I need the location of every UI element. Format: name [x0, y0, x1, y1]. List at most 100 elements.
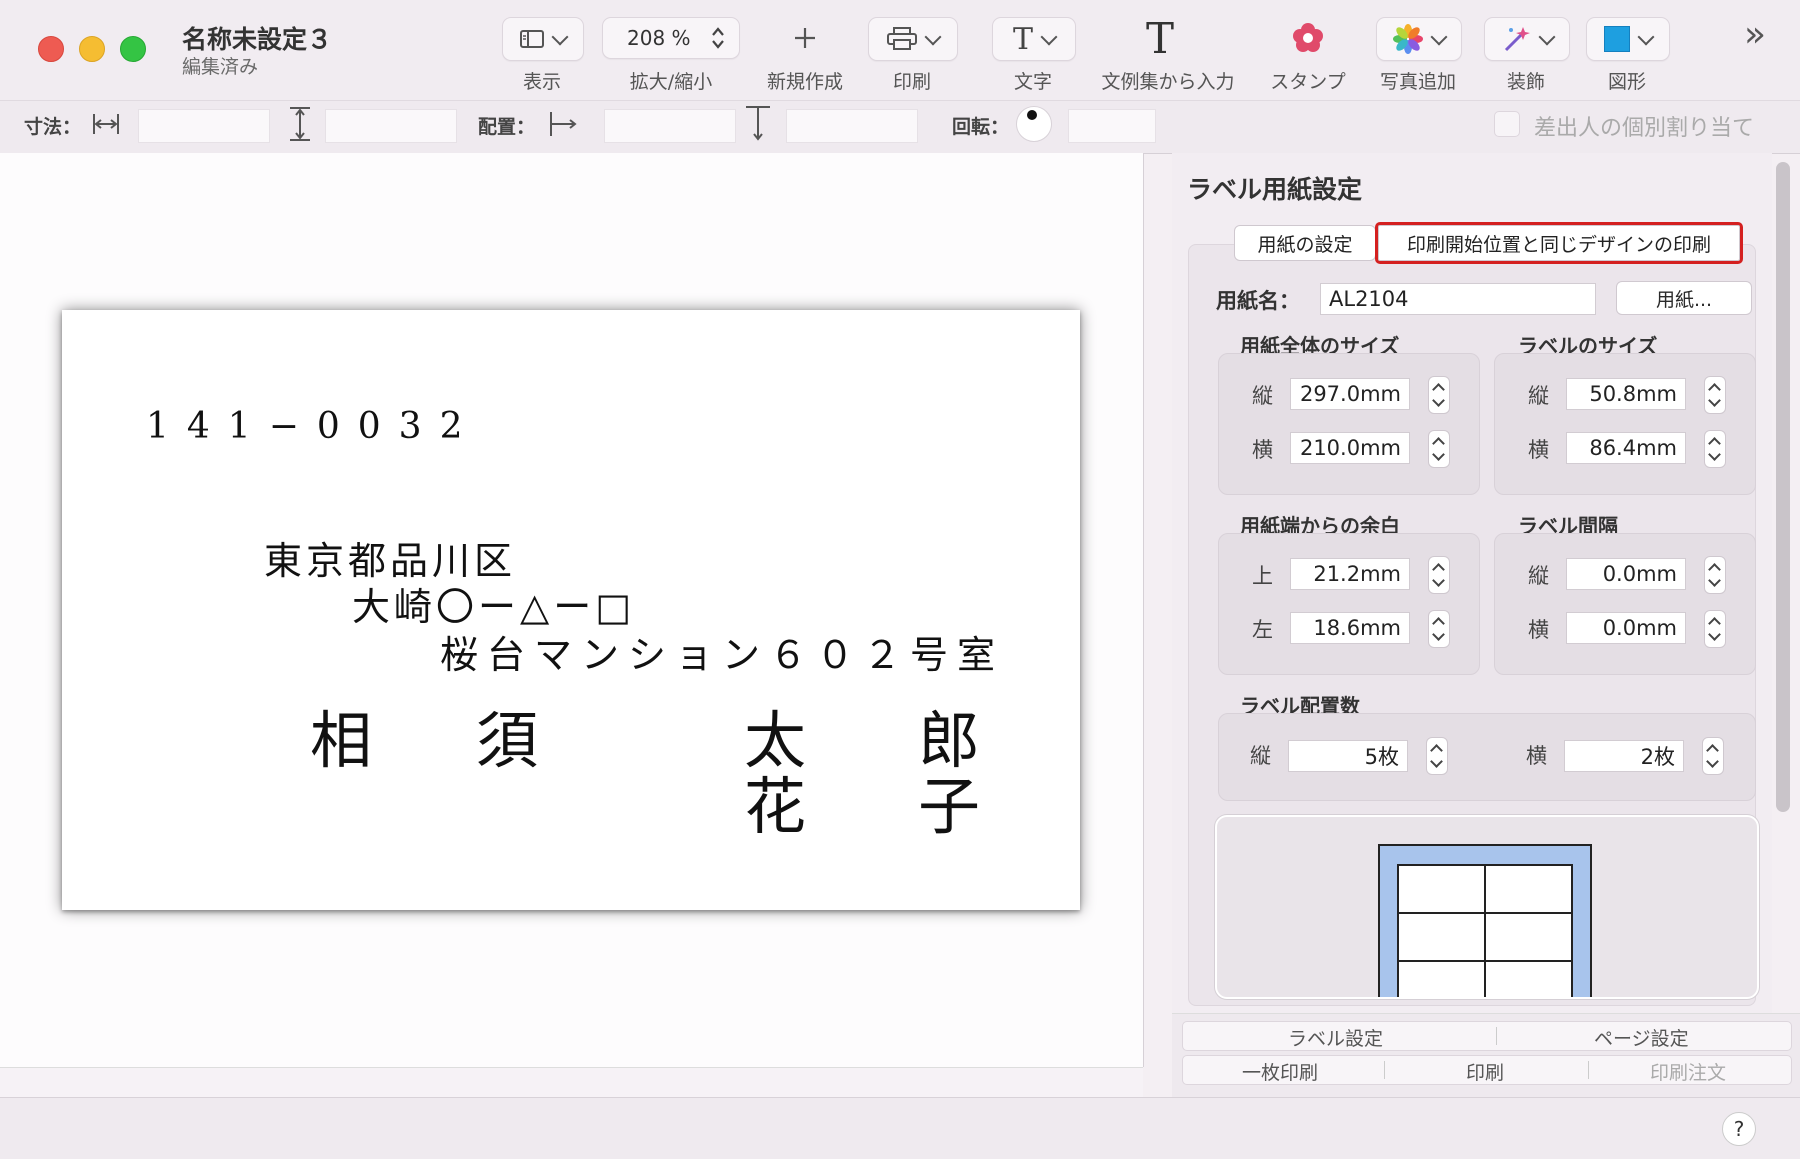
label-width-label: 横 — [1528, 438, 1549, 462]
count-vertical-field[interactable]: 5枚 — [1288, 740, 1408, 772]
document-status: 編集済み — [182, 56, 259, 78]
margin-top-label: 上 — [1252, 564, 1273, 588]
zoom-value: 208 % — [627, 26, 691, 50]
toolbar-overflow-icon[interactable]: » — [1744, 14, 1766, 55]
select-paper-button[interactable]: 用紙... — [1616, 281, 1752, 315]
view-label: 表示 — [522, 71, 561, 93]
photos-icon — [1393, 24, 1423, 54]
size-label: 寸法： — [24, 116, 82, 138]
printer-icon — [887, 27, 917, 50]
stamp-button[interactable] — [1268, 17, 1348, 59]
gap-horizontal-stepper[interactable] — [1704, 610, 1726, 648]
recipient-surname[interactable]: 相須 — [310, 690, 642, 780]
settings-segment — [1182, 1021, 1792, 1051]
minimize-window-button[interactable] — [79, 36, 105, 62]
single-print-button[interactable]: 一枚印刷 — [1242, 1058, 1318, 1085]
sheet-width-stepper[interactable] — [1428, 430, 1450, 468]
panel-scrollbar[interactable] — [1776, 162, 1790, 812]
print-button-bottom[interactable]: 印刷 — [1466, 1058, 1504, 1085]
postal-code[interactable]: 141−0032 — [146, 406, 481, 447]
per-sender-checkbox[interactable] — [1494, 111, 1520, 137]
help-button[interactable]: ? — [1722, 1112, 1756, 1146]
sheet-width-field[interactable]: 210.0mm — [1290, 432, 1410, 464]
count-horizontal-stepper[interactable] — [1702, 737, 1724, 775]
y-position-field[interactable] — [786, 109, 918, 143]
chevron-down-icon — [1637, 28, 1655, 45]
segment-divider — [1496, 1027, 1497, 1045]
shape-button[interactable] — [1586, 17, 1670, 61]
margin-left-label: 左 — [1252, 618, 1273, 642]
status-bar — [0, 1097, 1800, 1159]
decoration-button[interactable] — [1484, 17, 1570, 61]
label-height-stepper[interactable] — [1704, 376, 1726, 414]
page-settings-button[interactable]: ページ設定 — [1594, 1024, 1689, 1051]
template-t-icon: T — [1145, 13, 1174, 63]
label-width-field[interactable]: 86.4mm — [1566, 432, 1686, 464]
gap-group — [1494, 533, 1756, 675]
recipient-given-name-2[interactable]: 花子 — [744, 756, 1092, 846]
sheet-size-group — [1218, 353, 1480, 495]
segment-divider — [1588, 1061, 1589, 1079]
text-label: 文字 — [1013, 71, 1052, 93]
close-window-button[interactable] — [38, 36, 64, 62]
address-line-3[interactable]: 桜台マンション６０２号室 — [440, 624, 1004, 679]
canvas-footer — [0, 1067, 1143, 1098]
chevron-down-icon — [1538, 28, 1556, 45]
new-button[interactable] — [765, 17, 845, 59]
sheet-height-label: 縦 — [1252, 384, 1273, 408]
margin-top-stepper[interactable] — [1428, 556, 1450, 594]
margin-top-field[interactable]: 21.2mm — [1290, 558, 1410, 590]
template-label: 文例集から入力 — [1101, 71, 1235, 93]
height-field[interactable] — [325, 109, 457, 143]
gap-vertical-stepper[interactable] — [1704, 556, 1726, 594]
y-position-icon — [746, 106, 770, 141]
sidebar-icon — [520, 30, 544, 48]
stamp-label: スタンプ — [1270, 71, 1346, 93]
label-settings-button[interactable]: ラベル設定 — [1288, 1024, 1383, 1051]
decoration-label: 装飾 — [1506, 71, 1545, 93]
rotation-field[interactable] — [1068, 109, 1156, 143]
template-button[interactable]: T — [1120, 14, 1200, 63]
flower-stamp-icon — [1293, 23, 1323, 52]
rotation-dial[interactable] — [1016, 106, 1052, 142]
magic-wand-icon — [1504, 27, 1530, 52]
sheet-height-field[interactable]: 297.0mm — [1290, 378, 1410, 410]
gap-vertical-field[interactable]: 0.0mm — [1566, 558, 1686, 590]
count-vertical-label: 縦 — [1250, 744, 1271, 768]
sheet-height-stepper[interactable] — [1428, 376, 1450, 414]
text-button[interactable]: T — [992, 17, 1076, 61]
print-button[interactable] — [868, 17, 958, 61]
label-layout-preview — [1215, 815, 1759, 999]
count-horizontal-field[interactable]: 2枚 — [1564, 740, 1684, 772]
label-height-field[interactable]: 50.8mm — [1566, 378, 1686, 410]
margin-group — [1218, 533, 1480, 675]
up-down-stepper-icon — [712, 27, 724, 49]
new-label: 新規作成 — [766, 71, 843, 93]
x-position-field[interactable] — [604, 109, 736, 143]
address-label-card[interactable]: 141−0032 東京都品川区 大崎〇ー△ー□ 桜台マンション６０２号室 相須 … — [62, 310, 1080, 910]
count-vertical-stepper[interactable] — [1426, 737, 1448, 775]
paper-name-field[interactable]: AL2104 — [1320, 283, 1596, 315]
position-label: 配置： — [478, 116, 536, 138]
tab-same-design-print[interactable]: 印刷開始位置と同じデザインの印刷 — [1375, 222, 1743, 264]
photo-label: 写真追加 — [1379, 71, 1456, 93]
gap-horizontal-field[interactable]: 0.0mm — [1566, 612, 1686, 644]
per-sender-label: 差出人の個別割り当て — [1534, 116, 1755, 141]
print-order-button[interactable]: 印刷注文 — [1650, 1058, 1726, 1085]
label-width-stepper[interactable] — [1704, 430, 1726, 468]
zoom-label: 拡大/縮小 — [629, 71, 713, 93]
margin-left-field[interactable]: 18.6mm — [1290, 612, 1410, 644]
label-size-group — [1494, 353, 1756, 495]
margin-left-stepper[interactable] — [1428, 610, 1450, 648]
zoom-window-button[interactable] — [120, 36, 146, 62]
width-field[interactable] — [138, 109, 270, 143]
zoom-control[interactable]: 208 % — [602, 17, 740, 59]
chevron-down-icon — [1430, 28, 1448, 45]
rotation-knob-icon — [1027, 110, 1037, 120]
photo-button[interactable] — [1376, 17, 1462, 61]
tab-paper-settings[interactable]: 用紙の設定 — [1234, 225, 1376, 261]
rotation-label: 回転： — [952, 116, 1010, 138]
address-line-2[interactable]: 大崎〇ー△ー□ — [352, 576, 635, 631]
chevron-down-icon — [924, 28, 942, 45]
view-button[interactable] — [502, 17, 584, 61]
